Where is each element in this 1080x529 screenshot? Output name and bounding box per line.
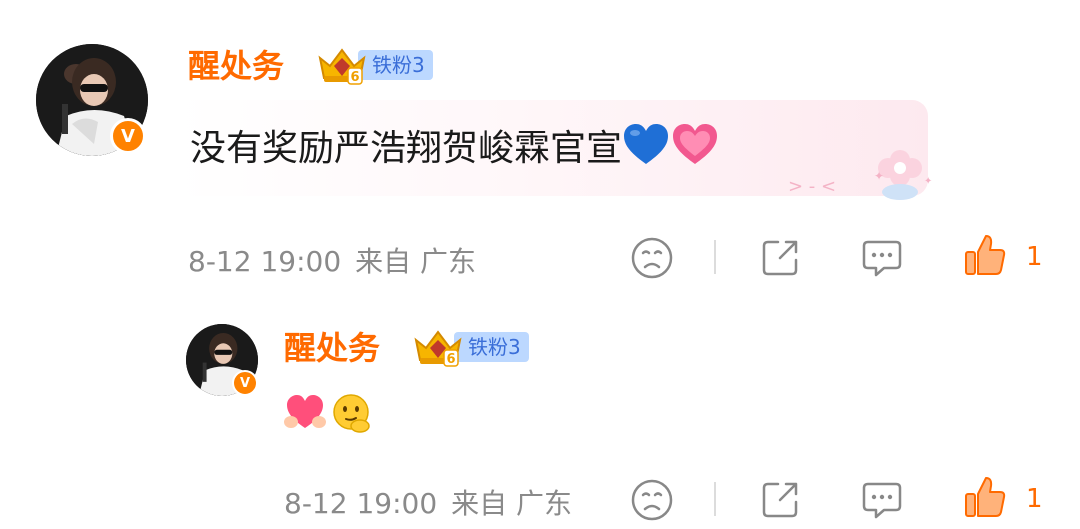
like-count: 1 [1026, 484, 1043, 514]
comment-text: 没有奖励严浩翔贺峻霖官宣 [190, 122, 720, 179]
reply-username[interactable]: 醒处务 [284, 328, 380, 368]
heart-hands-emoji [284, 395, 326, 428]
crown-level-icon: 6 [414, 330, 462, 367]
share-icon[interactable] [758, 478, 802, 522]
thinking-face-emoji [333, 394, 370, 433]
blue-heart-icon [622, 122, 670, 179]
comment-meta: 8-12 19:00 来自 广东 [188, 240, 476, 280]
pink-heart-icon [670, 122, 720, 179]
frown-reaction-icon[interactable] [630, 478, 674, 522]
fan-badge-label: 铁粉3 [454, 332, 529, 362]
like-icon[interactable] [962, 474, 1008, 520]
fan-badge-label: 铁粉3 [358, 50, 433, 80]
reply-fan-badge[interactable]: 6 铁粉3 [412, 330, 529, 367]
comment-location: 来自 广东 [355, 245, 477, 278]
svg-text:✦: ✦ [924, 176, 932, 187]
action-divider [714, 240, 716, 274]
verified-icon: V [110, 118, 146, 154]
fan-level-number: 6 [446, 352, 455, 367]
fan-badge[interactable]: 6 铁粉3 [316, 48, 433, 85]
comment-icon[interactable] [860, 236, 904, 280]
comment-text-content: 没有奖励严浩翔贺峻霖官宣 [190, 128, 623, 169]
verified-icon: V [232, 370, 258, 396]
like-count: 1 [1026, 242, 1043, 272]
like-icon[interactable] [962, 232, 1008, 278]
reply-location: 来自 广东 [451, 487, 573, 520]
svg-text:✦: ✦ [874, 169, 884, 183]
comment-date: 8-12 19:00 [188, 245, 342, 278]
comment-icon[interactable] [860, 478, 904, 522]
share-icon[interactable] [758, 236, 802, 280]
reply-meta: 8-12 19:00 来自 广东 [284, 482, 572, 522]
fan-level-number: 6 [350, 70, 359, 85]
bubble-flower-decoration: > - < ✦ ✦ [788, 150, 932, 200]
comment-username[interactable]: 醒处务 [188, 46, 284, 86]
frown-reaction-icon[interactable] [630, 236, 674, 280]
comment-thread: V 醒处务 6 铁粉3 > - < ✦ ✦ 没有奖励严浩翔贺峻霖官宣 8-12 … [0, 0, 1080, 529]
crown-level-icon: 6 [318, 48, 366, 85]
svg-text:> - <: > - < [788, 176, 836, 197]
action-divider [714, 482, 716, 516]
reply-date: 8-12 19:00 [284, 487, 438, 520]
